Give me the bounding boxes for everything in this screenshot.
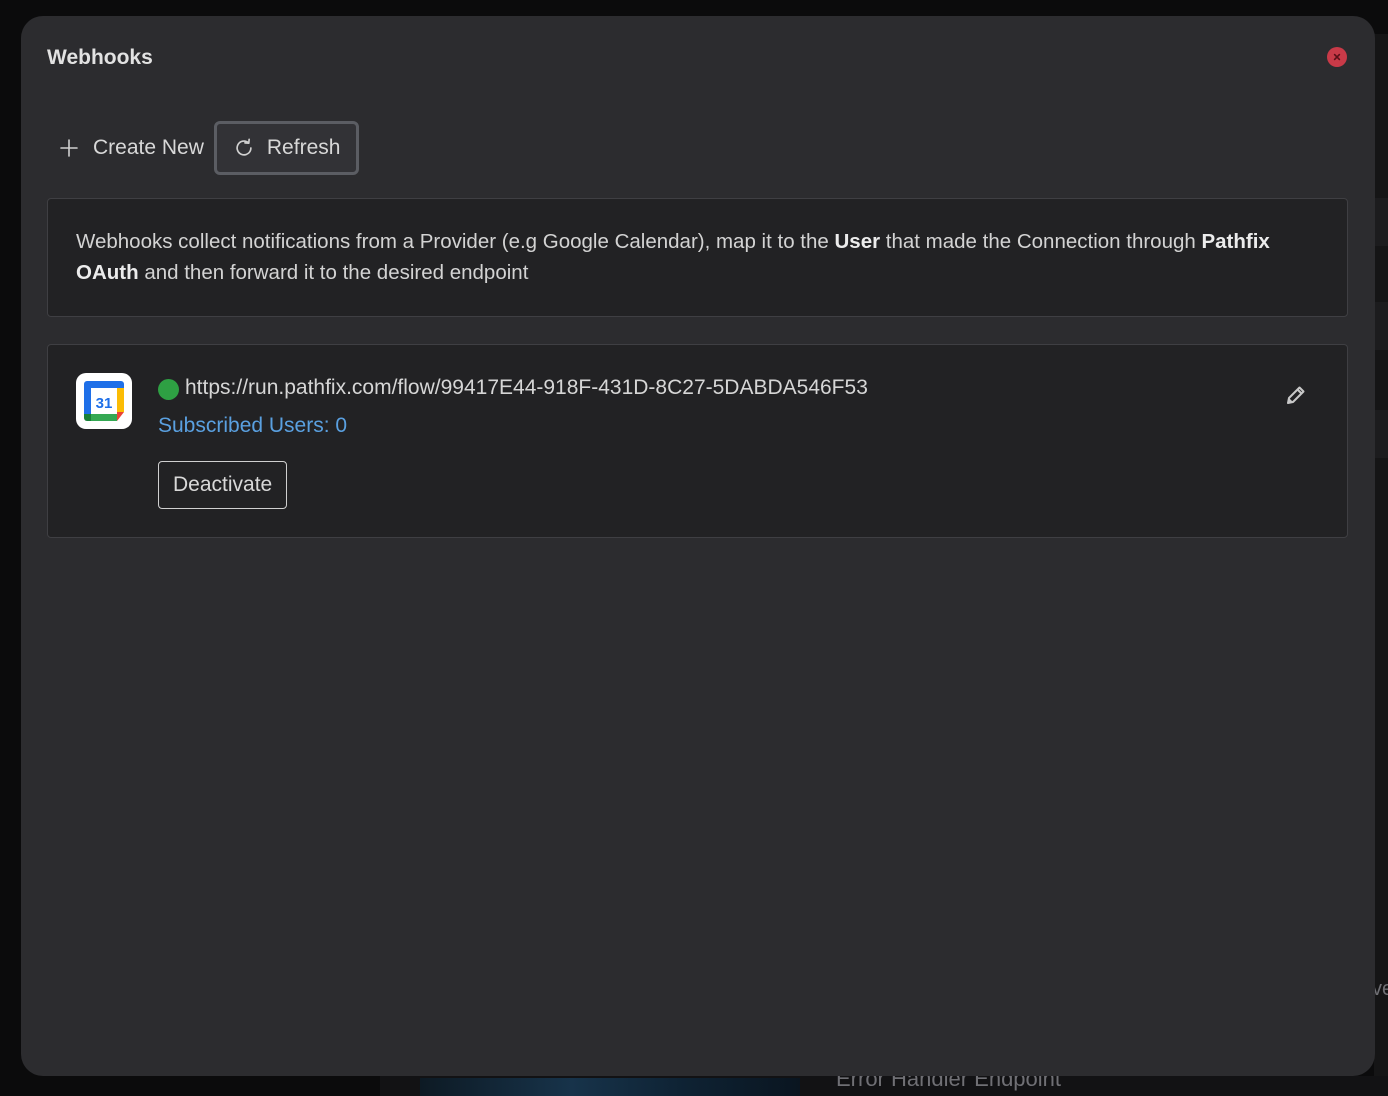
background-image bbox=[420, 1078, 800, 1096]
refresh-button[interactable]: Refresh bbox=[213, 121, 360, 175]
status-indicator bbox=[158, 379, 179, 400]
background-row bbox=[1374, 302, 1388, 350]
info-bold-user: User bbox=[834, 230, 881, 253]
info-text: that made the Connection through bbox=[880, 230, 1202, 253]
modal-title: Webhooks bbox=[47, 46, 153, 69]
plus-icon bbox=[60, 139, 78, 157]
close-button[interactable] bbox=[1327, 47, 1347, 67]
info-text: Webhooks collect notifications from a Pr… bbox=[76, 230, 835, 253]
toolbar: Create New Refresh bbox=[57, 121, 360, 175]
create-new-label: Create New bbox=[93, 136, 204, 159]
close-icon bbox=[1333, 53, 1341, 61]
create-new-button[interactable]: Create New bbox=[57, 122, 210, 174]
refresh-icon bbox=[236, 138, 252, 156]
calendar-day: 31 bbox=[96, 395, 113, 412]
background-row bbox=[1374, 410, 1388, 458]
info-description: Webhooks collect notifications from a Pr… bbox=[47, 198, 1348, 317]
google-calendar-icon: 31 bbox=[76, 373, 132, 429]
webhook-url: https://run.pathfix.com/flow/99417E44-91… bbox=[185, 376, 868, 399]
subscribed-users-link[interactable]: Subscribed Users: 0 bbox=[158, 414, 347, 438]
edit-button[interactable] bbox=[1282, 381, 1310, 409]
webhooks-modal: Webhooks Create New Refresh Webhooks col… bbox=[21, 16, 1375, 1076]
info-text: and then forward it to the desired endpo… bbox=[138, 261, 529, 284]
background-row bbox=[1374, 198, 1388, 246]
refresh-label: Refresh bbox=[266, 136, 341, 159]
webhook-card: 31 https://run.pathfix.com/flow/99417E44… bbox=[47, 344, 1348, 538]
pencil-icon bbox=[1287, 386, 1305, 404]
background-app-edge bbox=[1374, 34, 1388, 1096]
deactivate-button[interactable]: Deactivate bbox=[158, 461, 288, 509]
